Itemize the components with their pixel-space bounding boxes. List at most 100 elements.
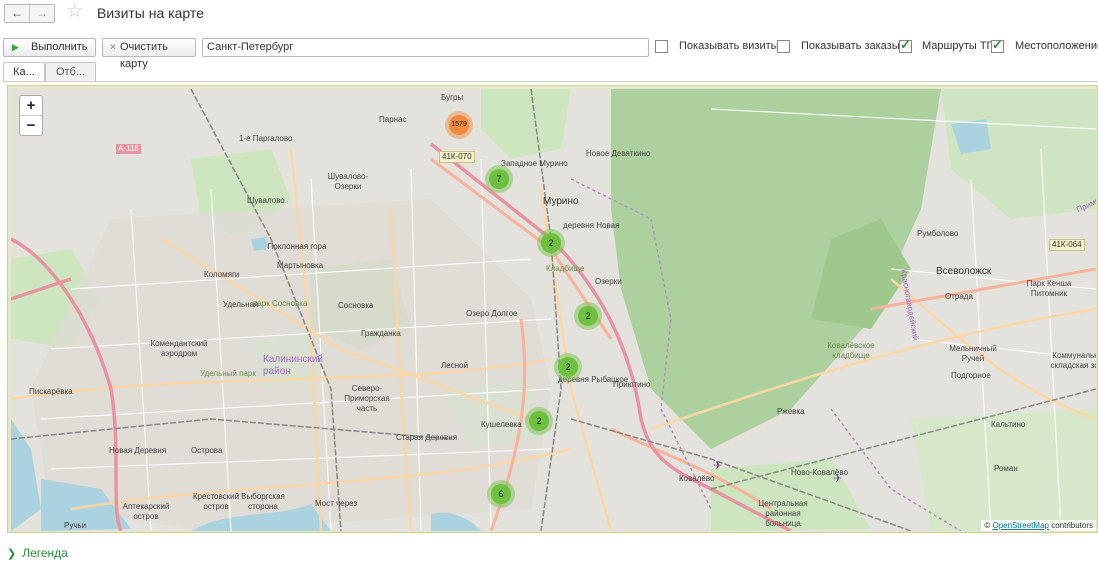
map-label: 41К-064 <box>1049 239 1085 251</box>
map-label: Парнас <box>379 115 407 124</box>
map-label: Северо-Приморская часть <box>344 384 390 413</box>
map-label: Пискарёвка <box>29 387 73 396</box>
cluster-marker[interactable]: 7 <box>485 165 513 193</box>
cluster-marker[interactable]: 1579 <box>445 111 473 139</box>
map-label: Бугры <box>441 93 464 102</box>
map-label: Подгорное <box>951 371 991 380</box>
map-canvas[interactable]: ✈ ✈ Бугры Парнас 1-е Паргалово Шувалово-Озе… <box>11 89 1096 531</box>
zoom-control: + − <box>19 95 43 136</box>
map-tiles: ✈ ✈ <box>11 89 1096 531</box>
map-label: Ржевка <box>777 407 805 416</box>
map-label: 41К-070 <box>439 151 475 163</box>
map-label: парк Сосновка <box>253 299 308 308</box>
routes-label: Маршруты ТП <box>922 40 995 52</box>
show-visits-label: Показывать визиты <box>679 40 779 52</box>
map-label: Ковалёво <box>679 474 715 483</box>
map-label: Роман <box>994 464 1018 473</box>
map-label: Приютино <box>613 380 651 389</box>
map-label: Ручьи <box>64 521 87 530</box>
zoom-in-button[interactable]: + <box>20 96 42 115</box>
history-nav: ← → <box>4 4 55 23</box>
arrow-left-icon[interactable]: ← <box>5 5 29 22</box>
map-label: Кальтино <box>991 420 1026 429</box>
cluster-count: 2 <box>529 411 549 431</box>
map-label: Гражданка <box>361 329 401 338</box>
run-button-label: Выполнить <box>31 41 88 53</box>
map-label: Коммунально-складская зона <box>1050 351 1096 370</box>
map-label: Шувалово <box>247 196 285 205</box>
cluster-marker[interactable]: 2 <box>525 407 553 435</box>
zoom-out-button[interactable]: − <box>20 115 42 135</box>
cluster-count: 2 <box>578 306 598 326</box>
map-label: деревня Новая <box>563 221 620 230</box>
cluster-count: 6 <box>491 484 511 504</box>
map-label: Лесной <box>441 361 469 370</box>
attribution-suffix: contributors <box>1048 521 1093 530</box>
map-label: Ковалёвское кладбище <box>827 341 875 360</box>
run-button[interactable]: ▶ Выполнить <box>3 38 96 57</box>
location-label: Местоположение Т <box>1015 40 1098 52</box>
toolbar: ▶ Выполнить × Очистить карту Санкт-Петер… <box>3 37 1098 70</box>
map-label: Выборгская сторона <box>241 492 285 511</box>
map-label: Озеро Долгое <box>466 309 518 318</box>
map-label: Коломяги <box>204 270 240 279</box>
map-attribution: © OpenStreetMap contributors <box>981 520 1096 531</box>
cluster-marker[interactable]: 6 <box>487 480 515 508</box>
show-orders-label: Показывать заказы <box>801 40 900 52</box>
map-label: Поклонная гора <box>267 242 327 251</box>
cluster-count: 2 <box>558 357 578 377</box>
map-label: Ново-Ковалёво <box>791 468 848 477</box>
location-checkbox[interactable] <box>991 37 1004 53</box>
city-field[interactable]: Санкт-Петербург <box>202 38 649 57</box>
map-label: Новое Девяткино <box>586 149 651 158</box>
map-label: Мельничный Ручей <box>949 344 997 363</box>
cluster-marker[interactable]: 2 <box>574 302 602 330</box>
cluster-marker[interactable]: 2 <box>554 353 582 381</box>
tab-filter[interactable]: Отб... <box>45 62 96 81</box>
chevron-right-icon: ❯ <box>7 548 17 560</box>
map-label: Парк Кенша Питомник <box>1026 279 1072 298</box>
cluster-count: 7 <box>489 169 509 189</box>
show-orders-checkbox[interactable] <box>777 40 790 53</box>
map-label: Мартыновка <box>277 261 324 270</box>
map-label: Острова <box>191 446 223 455</box>
map-label: Мурино <box>543 196 579 207</box>
map-label: Калининский район <box>263 354 323 377</box>
map-label: Шувалово-Озерки <box>327 172 369 191</box>
map-label: Аптекарский остров <box>122 502 170 521</box>
map-label: 1-е Паргалово <box>239 134 293 143</box>
map-label: А-118 <box>116 144 141 154</box>
play-icon: ▶ <box>12 42 19 52</box>
map-label: Отрада <box>945 292 973 301</box>
legend-toggle[interactable]: ❯ Легенда <box>7 546 68 560</box>
routes-checkbox[interactable] <box>899 37 912 53</box>
map-label: Кладбище <box>546 264 585 273</box>
arrow-right-icon[interactable]: → <box>29 5 54 22</box>
clear-map-button-label: Очистить карту <box>120 41 168 70</box>
map-label: Мост через <box>315 499 358 508</box>
map-label: Румболово <box>917 229 959 238</box>
map-label: Сосновка <box>338 301 374 310</box>
cluster-marker[interactable]: 2 <box>537 229 565 257</box>
close-icon: × <box>110 42 116 53</box>
show-visits-checkbox[interactable] <box>655 40 668 53</box>
map-label: Комендантский аэродром <box>150 339 208 358</box>
svg-text:✈: ✈ <box>713 459 722 472</box>
star-icon[interactable]: ☆ <box>66 2 83 22</box>
osm-link[interactable]: OpenStreetMap <box>992 521 1048 530</box>
map-frame: ✈ ✈ Бугры Парнас 1-е Паргалово Шувалово-Озе… <box>7 85 1098 533</box>
map-label: Всеволожск <box>936 266 992 277</box>
map-label: Кушелевка <box>481 420 522 429</box>
legend-label: Легенда <box>22 546 68 560</box>
map-label: Центральная районная больница <box>758 499 808 528</box>
map-label: Озерки <box>595 277 622 286</box>
map-label: Новая Деревня <box>109 446 167 455</box>
map-label: Западное Мурино <box>501 159 568 168</box>
cluster-count: 2 <box>541 233 561 253</box>
clear-map-button[interactable]: × Очистить карту <box>102 38 196 70</box>
tab-map[interactable]: Ка... <box>3 62 45 81</box>
map-label: Удельный парк <box>200 369 256 378</box>
map-label: Старая Деревня <box>396 433 458 442</box>
cluster-count: 1579 <box>449 115 469 135</box>
page-title: Визиты на карте <box>97 5 204 21</box>
